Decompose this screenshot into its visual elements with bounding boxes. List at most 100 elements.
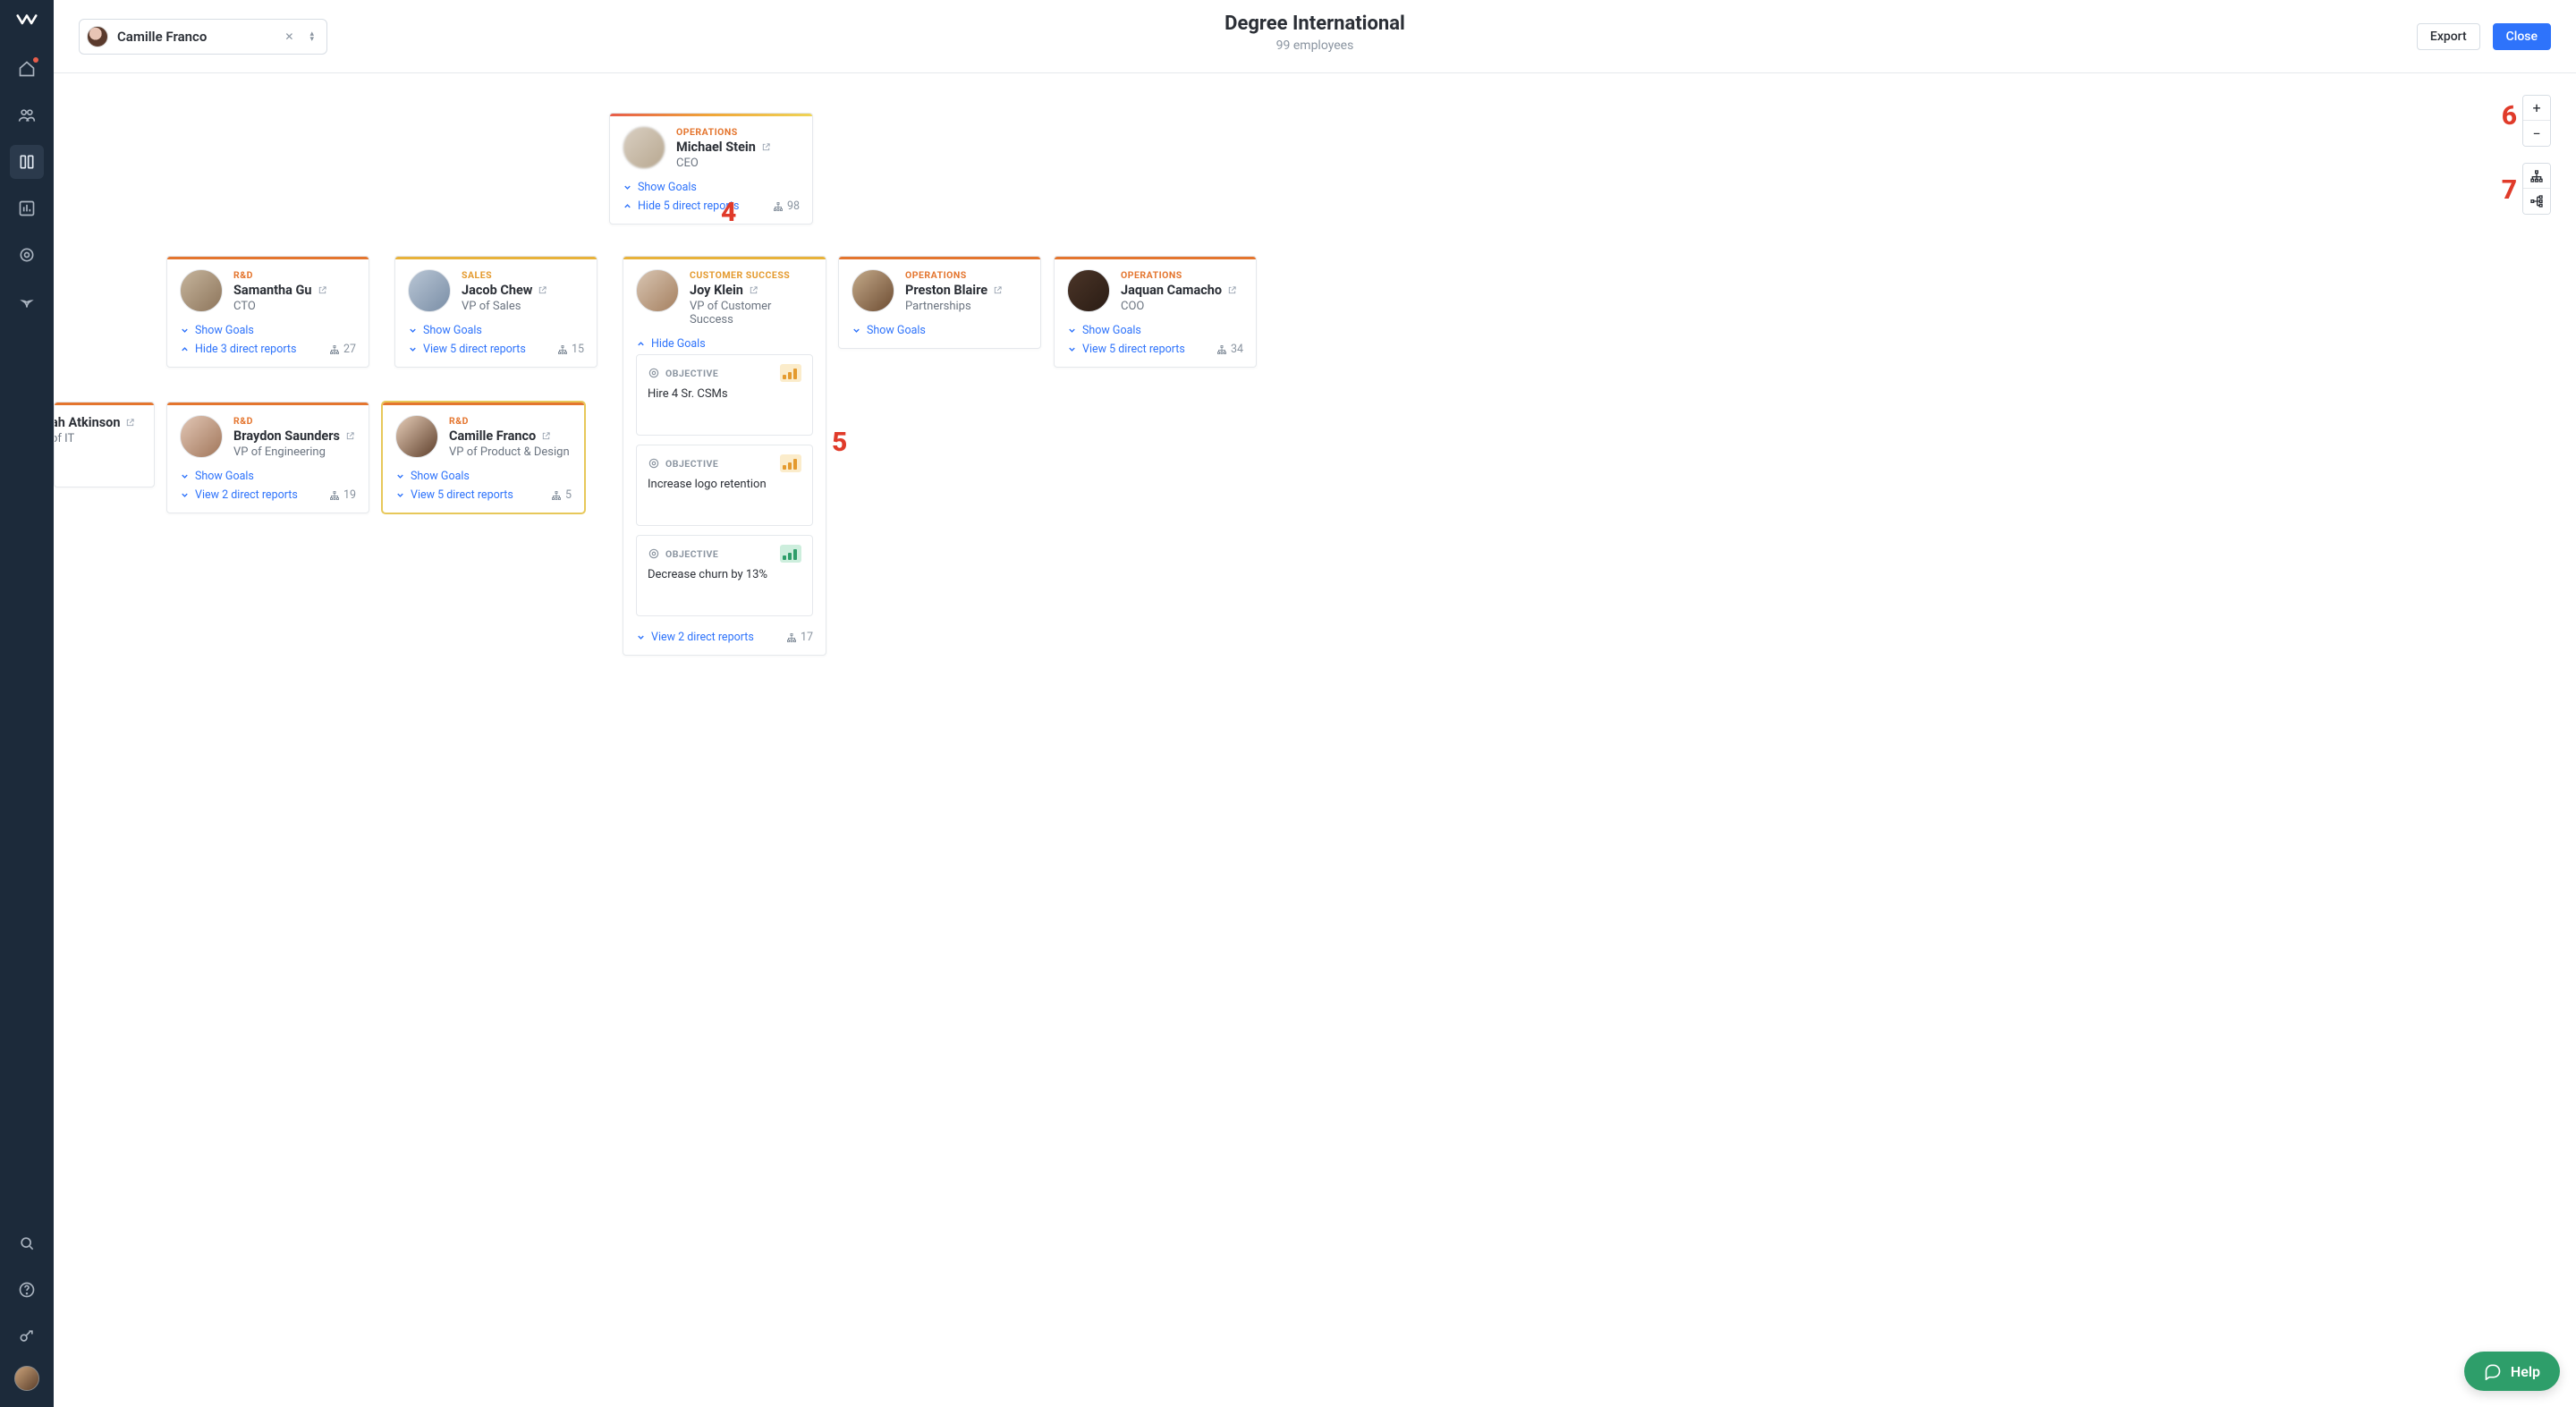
external-link-icon[interactable] — [749, 285, 758, 295]
person-name: Joy Klein — [690, 283, 743, 298]
notification-dot-icon — [33, 57, 38, 63]
objective-text: Increase logo retention — [648, 478, 801, 491]
person-card[interactable]: SALES Jacob Chew VP of Sales Show Goals … — [394, 256, 597, 368]
toggle-reports-link[interactable]: View 5 direct reports — [408, 343, 526, 356]
external-link-icon[interactable] — [318, 285, 327, 295]
hide-goals-link[interactable]: Hide Goals — [636, 337, 813, 351]
total-reports: 98 — [773, 199, 800, 213]
person-title: VP of Customer Success — [690, 300, 813, 326]
objective-card[interactable]: OBJECTIVE Decrease churn by 13% — [636, 535, 813, 616]
export-button[interactable]: Export — [2417, 23, 2480, 50]
toggle-reports-link[interactable]: View 5 direct reports — [395, 488, 513, 502]
person-title: VP of Product & Design — [449, 445, 570, 459]
nav-analytics[interactable] — [10, 191, 44, 225]
show-goals-link[interactable]: Show Goals — [180, 324, 356, 337]
show-goals-link[interactable]: Show Goals — [1067, 324, 1243, 337]
zoom-in-button[interactable]: + — [2523, 96, 2550, 121]
total-reports: 27 — [329, 343, 356, 356]
total-reports: 34 — [1216, 343, 1243, 356]
objective-status-icon — [780, 545, 801, 563]
avatar-icon — [180, 415, 223, 458]
avatar-icon — [623, 126, 665, 169]
show-goals-link[interactable]: Show Goals — [408, 324, 584, 337]
person-title: Partnerships — [905, 300, 1003, 313]
view-tree-button[interactable] — [2523, 164, 2550, 189]
person-title: CEO — [676, 157, 771, 170]
show-goals-link[interactable]: Show Goals — [623, 181, 800, 194]
nav-org-chart[interactable] — [10, 145, 44, 179]
annotation-7: 7 — [2502, 174, 2517, 206]
nav-admin[interactable] — [10, 1319, 44, 1353]
avatar-icon — [408, 269, 451, 312]
avatar-icon — [852, 269, 894, 312]
company-title: Degree International — [1224, 13, 1405, 35]
person-card[interactable]: OPERATIONS Jaquan Camacho COO Show Goals… — [1054, 256, 1257, 368]
app-sidebar — [0, 0, 54, 1407]
nav-search[interactable] — [10, 1226, 44, 1260]
toggle-reports-link[interactable]: View 2 direct reports — [180, 488, 298, 502]
nav-growth[interactable] — [10, 284, 44, 318]
zoom-out-button[interactable]: − — [2523, 121, 2550, 146]
show-goals-link[interactable]: Show Goals — [852, 324, 1028, 337]
external-link-icon[interactable] — [538, 285, 547, 295]
person-name: Braydon Saunders — [233, 428, 340, 444]
target-icon — [648, 367, 660, 379]
person-card[interactable]: CUSTOMER SUCCESS Joy Klein VP of Custome… — [623, 256, 826, 656]
dept-label: OPERATIONS — [905, 269, 1003, 281]
objective-label: OBJECTIVE — [665, 548, 718, 560]
view-horizontal-button[interactable] — [2523, 189, 2550, 214]
person-name: ah Atkinson — [54, 415, 120, 430]
chat-icon — [2484, 1362, 2502, 1380]
picker-clear-button[interactable]: ✕ — [281, 30, 297, 43]
objective-label: OBJECTIVE — [665, 368, 718, 379]
picker-name: Camille Franco — [117, 29, 272, 45]
org-chart-canvas[interactable]: OPERATIONS Michael Stein CEO Show Goals … — [54, 73, 2576, 1407]
external-link-icon[interactable] — [993, 285, 1003, 295]
person-card-clipped[interactable]: ah Atkinson of IT — [54, 402, 155, 487]
toggle-reports-link[interactable]: View 2 direct reports — [636, 631, 754, 644]
help-widget[interactable]: Help — [2464, 1352, 2560, 1391]
show-goals-link[interactable]: Show Goals — [395, 470, 572, 483]
total-reports: 5 — [551, 488, 572, 502]
person-title: VP of Engineering — [233, 445, 355, 459]
objective-card[interactable]: OBJECTIVE Hire 4 Sr. CSMs — [636, 354, 813, 436]
person-name: Jaquan Camacho — [1121, 283, 1222, 298]
person-card-root[interactable]: OPERATIONS Michael Stein CEO Show Goals … — [609, 113, 813, 225]
objective-card[interactable]: OBJECTIVE Increase logo retention — [636, 445, 813, 526]
nav-help[interactable] — [10, 1273, 44, 1307]
user-avatar[interactable] — [14, 1366, 39, 1391]
toggle-reports-link[interactable]: Hide 5 direct reports — [623, 199, 739, 213]
external-link-icon[interactable] — [541, 431, 551, 441]
show-goals-link[interactable]: Show Goals — [180, 470, 356, 483]
external-link-icon[interactable] — [761, 142, 771, 152]
avatar-icon — [395, 415, 438, 458]
person-card[interactable]: R&D Braydon Saunders VP of Engineering S… — [166, 402, 369, 513]
person-name: Samantha Gu — [233, 283, 312, 298]
person-card[interactable]: OPERATIONS Preston Blaire Partnerships S… — [838, 256, 1041, 349]
focus-person-picker[interactable]: Camille Franco ✕ ▴ ▾ — [79, 19, 327, 55]
dept-label: OPERATIONS — [1121, 269, 1237, 281]
person-name: Jacob Chew — [462, 283, 532, 298]
toggle-reports-link[interactable]: Hide 3 direct reports — [180, 343, 296, 356]
dept-label: SALES — [462, 269, 547, 281]
person-title: CTO — [233, 300, 327, 313]
avatar-icon — [636, 269, 679, 312]
person-card-selected[interactable]: R&D Camille Franco VP of Product & Desig… — [382, 402, 585, 513]
person-card[interactable]: R&D Samantha Gu CTO Show Goals Hide 3 di… — [166, 256, 369, 368]
nav-people[interactable] — [10, 98, 44, 132]
view-controls — [2522, 163, 2551, 215]
total-reports: 19 — [329, 488, 356, 502]
picker-caret-icon[interactable]: ▴ ▾ — [306, 31, 318, 42]
top-bar: Camille Franco ✕ ▴ ▾ Degree Internationa… — [54, 0, 2576, 73]
person-title: VP of Sales — [462, 300, 547, 313]
external-link-icon[interactable] — [345, 431, 355, 441]
toggle-reports-link[interactable]: View 5 direct reports — [1067, 343, 1185, 356]
nav-home[interactable] — [10, 52, 44, 86]
annotation-5: 5 — [832, 427, 847, 458]
objective-text: Decrease churn by 13% — [648, 568, 801, 581]
external-link-icon[interactable] — [125, 418, 135, 428]
external-link-icon[interactable] — [1227, 285, 1237, 295]
total-reports: 15 — [557, 343, 584, 356]
nav-goals[interactable] — [10, 238, 44, 272]
close-button[interactable]: Close — [2493, 23, 2551, 50]
